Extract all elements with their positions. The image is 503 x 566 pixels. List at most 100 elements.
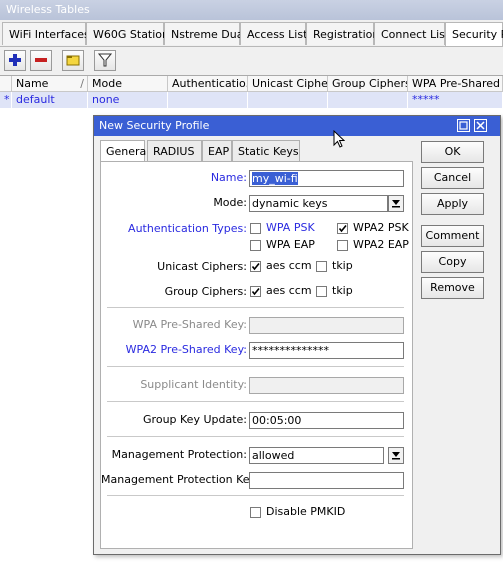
row-marker: * <box>0 92 12 108</box>
wpa-eap-checkbox[interactable] <box>250 240 261 251</box>
separator <box>107 401 404 402</box>
check-icon <box>338 224 347 233</box>
wpa2-eap-checkbox[interactable] <box>337 240 348 251</box>
mgmt-protection-key-field[interactable] <box>249 472 404 489</box>
separator <box>107 495 404 496</box>
group-aes-ccm-label: aes ccm <box>266 284 312 297</box>
table-header-group-ciphers[interactable]: Group Ciphers <box>328 76 408 92</box>
note-icon <box>66 55 80 66</box>
unicast-aes-ccm-checkbox[interactable] <box>250 261 261 272</box>
row-authentication <box>168 92 248 108</box>
tab-connect-list[interactable]: Connect List <box>374 22 449 45</box>
new-security-profile-dialog: New Security Profile General RADIUS EAP … <box>93 115 501 555</box>
wpa-psk-key-field[interactable] <box>249 317 404 334</box>
close-button[interactable] <box>474 119 487 132</box>
apply-button[interactable]: Apply <box>421 193 484 215</box>
disable-pmkid-checkbox[interactable] <box>250 507 261 518</box>
unicast-aes-ccm-label: aes ccm <box>266 259 312 272</box>
mgmt-protection-key-label: Management Protection Key: <box>101 473 259 486</box>
table-header-unicast-ciphers[interactable]: Unicast Ciphers <box>248 76 328 92</box>
tab-nstreme-dual[interactable]: Nstreme Dual <box>164 22 247 45</box>
table-header-authentication[interactable]: Authenticatio... <box>168 76 248 92</box>
plus-icon <box>9 54 21 66</box>
tab-registration[interactable]: Registration <box>306 22 379 45</box>
maximize-icon <box>459 121 468 130</box>
mgmt-protection-select[interactable]: allowed <box>249 447 384 464</box>
ok-button[interactable]: OK <box>421 141 484 163</box>
group-key-update-field[interactable]: 00:05:00 <box>249 412 404 429</box>
group-aes-ccm-checkbox[interactable] <box>250 286 261 297</box>
comment-toolbar-button[interactable] <box>62 50 84 71</box>
tab-general[interactable]: General <box>100 140 149 163</box>
remove-dialog-button[interactable]: Remove <box>421 277 484 299</box>
separator <box>107 307 404 308</box>
maximize-button[interactable] <box>457 119 470 132</box>
table-header-mode[interactable]: Mode <box>88 76 168 92</box>
unicast-ciphers-label: Unicast Ciphers: <box>157 260 247 273</box>
mode-label: Mode: <box>213 196 247 209</box>
add-button[interactable] <box>4 50 26 71</box>
wpa2-psk-key-field[interactable]: ************** <box>249 342 404 359</box>
chevron-down-icon <box>392 452 400 460</box>
tab-wifi-interfaces[interactable]: WiFi Interfaces <box>2 22 90 45</box>
check-icon <box>251 287 260 296</box>
disable-pmkid-label: Disable PMKID <box>266 505 346 518</box>
table-row[interactable]: * default none ***** <box>0 92 503 108</box>
mouse-cursor-icon <box>333 130 345 148</box>
group-ciphers-label: Group Ciphers: <box>164 285 247 298</box>
filter-icon <box>98 53 112 67</box>
copy-button[interactable]: Copy <box>421 251 484 273</box>
separator <box>107 366 404 367</box>
wpa2-eap-label: WPA2 EAP <box>353 238 409 251</box>
wpa2-psk-key-label: WPA2 Pre-Shared Key: <box>125 343 247 356</box>
filter-button[interactable] <box>94 50 116 71</box>
dialog-title: New Security Profile <box>99 119 210 132</box>
wpa-eap-label: WPA EAP <box>266 238 315 251</box>
tab-radius[interactable]: RADIUS <box>147 140 202 161</box>
group-tkip-checkbox[interactable] <box>316 286 327 297</box>
unicast-tkip-checkbox[interactable] <box>316 261 327 272</box>
table-header-name[interactable]: Name ∕ <box>12 76 88 92</box>
wpa-psk-key-label: WPA Pre-Shared Key: <box>132 318 247 331</box>
remove-button[interactable] <box>30 50 52 71</box>
row-mode: none <box>88 92 168 108</box>
supplicant-identity-field[interactable] <box>249 377 404 394</box>
close-icon <box>476 121 485 130</box>
tab-security-profiles[interactable]: Security Pr <box>445 22 503 47</box>
cancel-button[interactable]: Cancel <box>421 167 484 189</box>
tab-access-list[interactable]: Access List <box>240 22 307 45</box>
mgmt-protection-label: Management Protection: <box>111 448 247 461</box>
mode-dropdown-button[interactable] <box>388 195 404 212</box>
column-label: Name <box>16 77 49 90</box>
mgmt-protection-dropdown-button[interactable] <box>388 447 404 464</box>
row-name: default <box>12 92 88 108</box>
check-icon <box>251 262 260 271</box>
separator <box>107 436 404 437</box>
tab-static-keys[interactable]: Static Keys <box>232 140 300 161</box>
wpa-psk-checkbox[interactable] <box>250 223 261 234</box>
minus-icon <box>35 58 47 62</box>
comment-button[interactable]: Comment <box>421 225 484 247</box>
table-header-wpa-pre-shared[interactable]: WPA Pre-Shared <box>408 76 503 92</box>
tab-eap[interactable]: EAP <box>202 140 232 161</box>
wpa2-psk-label: WPA2 PSK <box>353 221 409 234</box>
general-panel: Name: my_wi-fi Mode: dynamic keys Authen… <box>100 161 413 549</box>
sort-icon: ∕ <box>80 77 84 90</box>
row-unicast <box>248 92 328 108</box>
name-value: my_wi-fi <box>252 172 298 185</box>
wpa-psk-label: WPA PSK <box>266 221 315 234</box>
tab-w60g-station[interactable]: W60G Station <box>86 22 169 45</box>
group-tkip-label: tkip <box>332 284 353 297</box>
toolbar <box>0 46 503 75</box>
supplicant-identity-label: Supplicant Identity: <box>140 378 247 391</box>
wpa2-psk-checkbox[interactable] <box>337 223 348 234</box>
auth-types-label: Authentication Types: <box>128 222 247 235</box>
row-wpa-psk: ***** <box>408 92 503 108</box>
name-field[interactable]: my_wi-fi <box>249 170 404 187</box>
mode-select[interactable]: dynamic keys <box>249 195 388 212</box>
window-title: Wireless Tables <box>0 0 503 20</box>
unicast-tkip-label: tkip <box>332 259 353 272</box>
name-label: Name: <box>210 171 247 184</box>
dialog-title-bar[interactable]: New Security Profile <box>94 116 500 136</box>
table-header-marker <box>0 76 12 92</box>
